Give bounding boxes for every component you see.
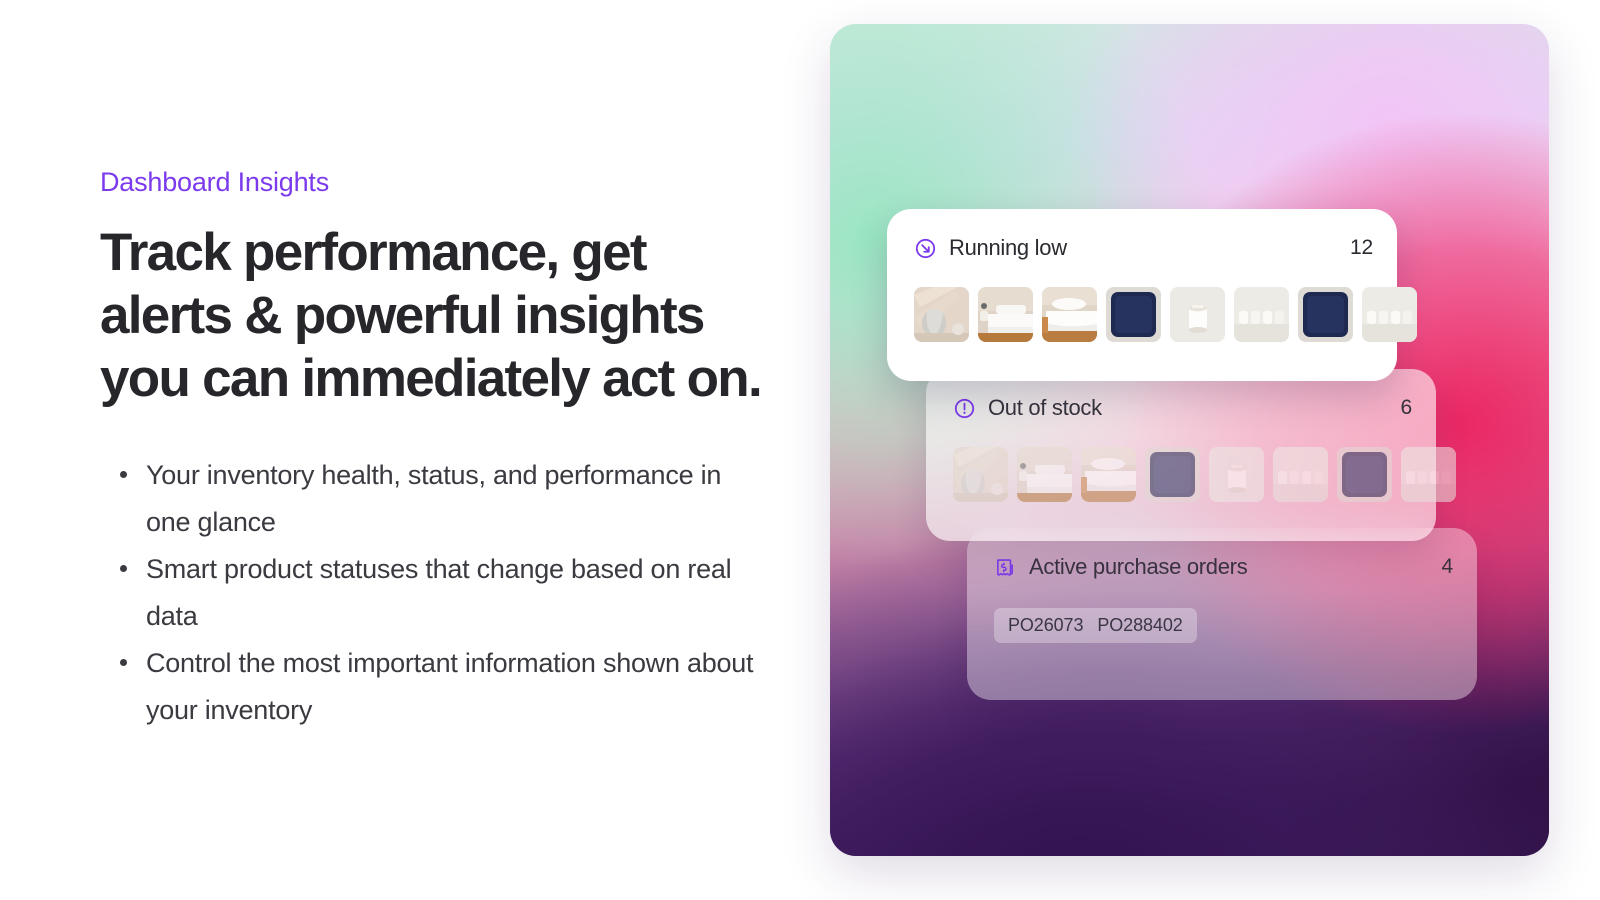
- product-thumbnail[interactable]: [1145, 447, 1200, 502]
- bullet-dot-icon: [120, 565, 127, 573]
- purchase-order-number[interactable]: PO288402: [1097, 615, 1182, 636]
- card-active-purchase-orders[interactable]: Active purchase orders 4 PO26073 PO28840…: [967, 528, 1477, 700]
- card-running-low[interactable]: Running low 12: [887, 209, 1417, 381]
- product-thumbnail[interactable]: [1170, 287, 1225, 342]
- list-item: Smart product statuses that change based…: [100, 546, 760, 640]
- product-thumbnail[interactable]: [1362, 287, 1417, 342]
- product-thumbnail[interactable]: [1106, 287, 1161, 342]
- list-item-label: Smart product statuses that change based…: [146, 554, 732, 631]
- product-thumbnail[interactable]: [1209, 447, 1264, 502]
- purchase-order-badge-group[interactable]: PO26073 PO288402: [994, 608, 1197, 643]
- card-count-badge: 6: [1400, 396, 1413, 419]
- card-count-badge: 12: [1350, 236, 1373, 259]
- product-thumbnail[interactable]: [914, 287, 969, 342]
- feature-list: Your inventory health, status, and perfo…: [100, 452, 760, 734]
- bullet-dot-icon: [120, 471, 127, 479]
- list-item-label: Control the most important information s…: [146, 647, 754, 725]
- product-thumbnail[interactable]: [1234, 287, 1289, 342]
- product-thumbnail[interactable]: [1401, 447, 1456, 502]
- section-eyebrow: Dashboard Insights: [100, 167, 330, 198]
- product-thumbnail[interactable]: [1017, 447, 1072, 502]
- product-thumbnail[interactable]: [1081, 447, 1136, 502]
- card-count-badge: 4: [1441, 555, 1454, 578]
- card-header: Running low 12: [914, 235, 1373, 261]
- product-thumbnail[interactable]: [978, 287, 1033, 342]
- card-out-of-stock[interactable]: Out of stock 6: [926, 369, 1456, 541]
- purchase-order-number[interactable]: PO26073: [1008, 615, 1083, 636]
- copy-column: Dashboard Insights Track performance, ge…: [100, 0, 800, 900]
- receipt-dollar-icon: [997, 558, 1013, 576]
- product-thumbnail[interactable]: [1337, 447, 1392, 502]
- arrow-down-right-circle-icon: [915, 238, 936, 258]
- exclamation-circle-icon: [954, 398, 975, 418]
- list-item-label: Your inventory health, status, and perfo…: [146, 460, 722, 538]
- list-item: Your inventory health, status, and perfo…: [100, 452, 760, 546]
- card-title: Running low: [949, 235, 1067, 260]
- list-item: Control the most important information s…: [100, 640, 760, 734]
- visual-preview-panel: Running low 12 Out of stock 6 Active pur…: [830, 24, 1549, 856]
- card-title: Active purchase orders: [1029, 554, 1248, 579]
- promo-section: Dashboard Insights Track performance, ge…: [0, 0, 1600, 900]
- card-header: Active purchase orders 4: [994, 554, 1453, 580]
- product-thumbnail[interactable]: [1042, 287, 1097, 342]
- product-thumbnail-row: [953, 447, 1456, 502]
- product-thumbnail[interactable]: [1298, 287, 1353, 342]
- product-thumbnail-row: [914, 287, 1417, 342]
- product-thumbnail[interactable]: [1273, 447, 1328, 502]
- page-title: Track performance, get alerts & powerful…: [100, 223, 763, 408]
- card-title: Out of stock: [988, 395, 1102, 420]
- bullet-dot-icon: [120, 658, 127, 666]
- product-thumbnail[interactable]: [953, 447, 1008, 502]
- card-header: Out of stock 6: [953, 395, 1412, 421]
